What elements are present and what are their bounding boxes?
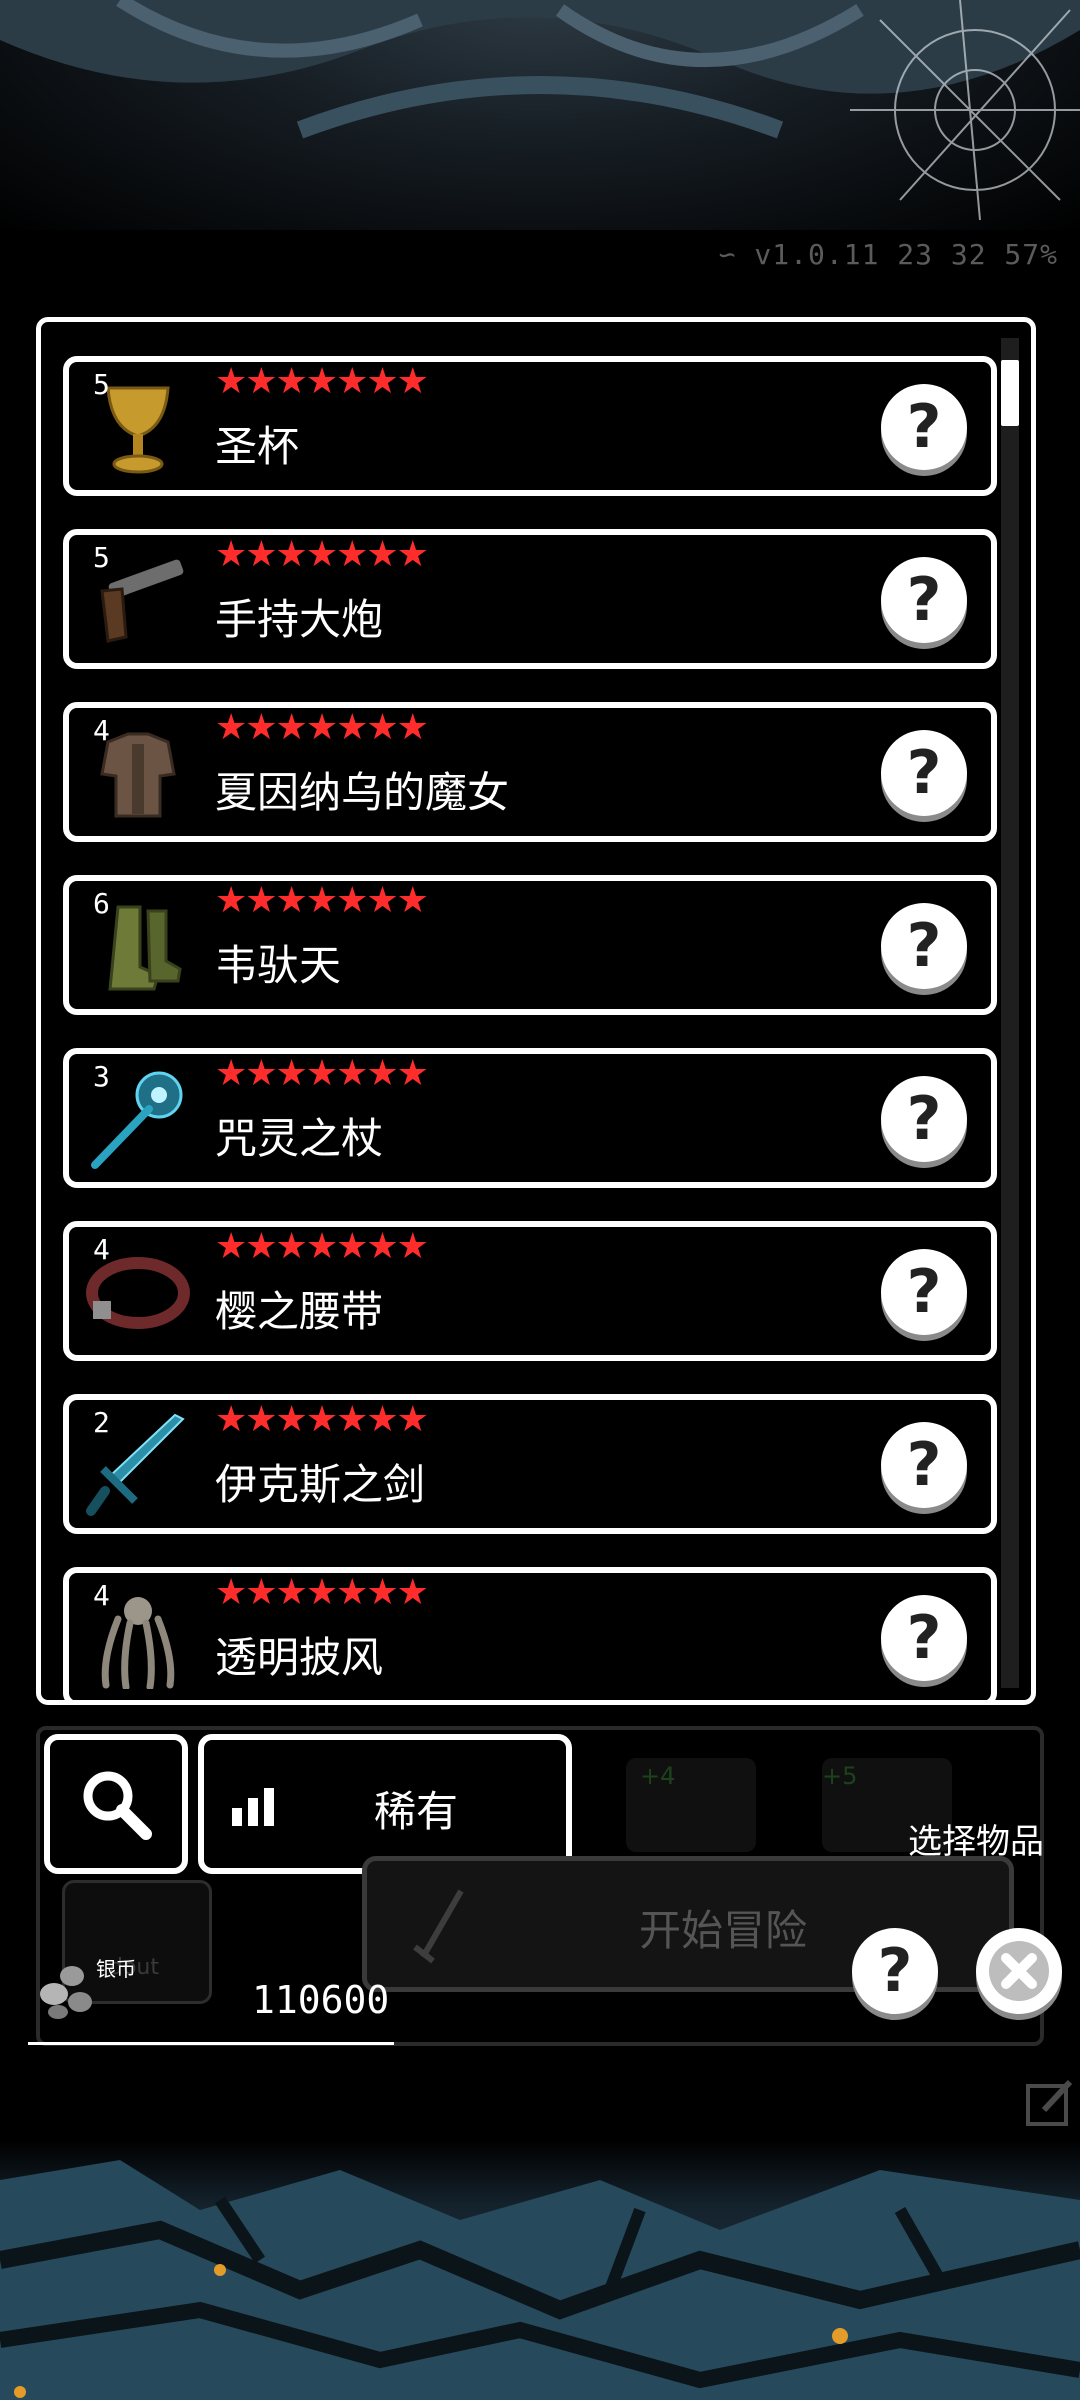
item-name: 樱之腰带: [215, 1287, 384, 1336]
search-icon: [83, 1771, 152, 1840]
item-name: 手持大炮: [215, 595, 384, 644]
item-row[interactable]: 4 ★★★★★★★ 夏因纳乌的魔女 ?: [63, 702, 997, 842]
top-background-art: [0, 0, 1080, 230]
start-adventure-label: 开始冒险: [639, 1906, 808, 1955]
rarity-stars: ★★★★★★★: [215, 1053, 429, 1094]
item-info-button[interactable]: ?: [881, 1595, 967, 1681]
item-row[interactable]: 2 ★★★★★★★ 伊克斯之剑 ?: [63, 1394, 997, 1534]
rarity-stars: ★★★★★★★: [215, 1399, 429, 1440]
item-count: 3: [93, 1060, 110, 1093]
slot-bonus: +5: [822, 1762, 858, 1790]
item-count: 4: [93, 1579, 110, 1612]
silver-coin-label: 银币: [96, 1957, 136, 1981]
rarity-sort-label: 稀有: [374, 1787, 459, 1836]
item-name: 伊克斯之剑: [215, 1460, 426, 1509]
bar-chart-icon: [232, 1788, 274, 1826]
item-count: 2: [93, 1406, 110, 1439]
item-row[interactable]: 5 ★★★★★★★ 手持大炮 ?: [63, 529, 997, 669]
search-button[interactable]: [44, 1734, 188, 1874]
item-row[interactable]: 4 ★★★★★★★ 樱之腰带 ?: [63, 1221, 997, 1361]
sword-icon: [413, 1889, 464, 1964]
rarity-stars: ★★★★★★★: [215, 534, 429, 575]
item-name: 咒灵之杖: [215, 1114, 384, 1163]
rarity-stars: ★★★★★★★: [215, 361, 429, 402]
equipment-slots: +4 +5: [590, 1740, 952, 1852]
item-name: 圣杯: [215, 422, 300, 471]
version-status-text: ∽ v1.0.11 23 32 57%: [718, 238, 1058, 271]
item-list-panel[interactable]: 5 ★★★★★★★ 圣杯 ? 5 ★★★★★★★ 手持大炮 ? 4 ★★★★★★…: [36, 317, 1036, 1705]
help-button[interactable]: ?: [852, 1928, 938, 2014]
rarity-stars: ★★★★★★★: [215, 707, 429, 748]
divider: [28, 2042, 394, 2045]
item-name: 夏因纳乌的魔女: [215, 768, 510, 817]
item-row[interactable]: 4 ★★★★★★★ 透明披风 ?: [63, 1567, 997, 1700]
rarity-stars: ★★★★★★★: [215, 1226, 429, 1267]
item-count: 4: [93, 714, 110, 747]
bottom-background-art: [0, 2140, 1080, 2400]
item-info-button[interactable]: ?: [881, 730, 967, 816]
silver-coin-amount: 110600: [252, 1978, 390, 2022]
item-info-button[interactable]: ?: [881, 1422, 967, 1508]
coin-icon: [40, 1966, 92, 2019]
edit-icon[interactable]: [1024, 2076, 1076, 2128]
rarity-stars: ★★★★★★★: [215, 880, 429, 921]
rarity-sort-button[interactable]: 稀有: [198, 1734, 572, 1874]
item-count: 4: [93, 1233, 110, 1266]
item-info-button[interactable]: ?: [881, 557, 967, 643]
item-name: 韦驮天: [215, 941, 342, 990]
scrollbar-track[interactable]: [1001, 338, 1019, 1688]
slot-bonus: +4: [640, 1762, 676, 1790]
item-row[interactable]: 3 ★★★★★★★ 咒灵之杖 ?: [63, 1048, 997, 1188]
close-button[interactable]: [976, 1928, 1062, 2014]
scrollbar-thumb[interactable]: [1001, 360, 1019, 426]
item-info-button[interactable]: ?: [881, 903, 967, 989]
item-row[interactable]: 6 ★★★★★★★ 韦驮天 ?: [63, 875, 997, 1015]
item-count: 5: [93, 541, 110, 574]
item-info-button[interactable]: ?: [881, 1076, 967, 1162]
item-info-button[interactable]: ?: [881, 384, 967, 470]
item-count: 5: [93, 368, 110, 401]
item-name: 透明披风: [215, 1633, 384, 1682]
rarity-stars: ★★★★★★★: [215, 1572, 429, 1613]
close-icon: [989, 1941, 1049, 2001]
item-info-button[interactable]: ?: [881, 1249, 967, 1335]
item-count: 6: [93, 887, 110, 920]
item-row[interactable]: 5 ★★★★★★★ 圣杯 ?: [63, 356, 997, 496]
